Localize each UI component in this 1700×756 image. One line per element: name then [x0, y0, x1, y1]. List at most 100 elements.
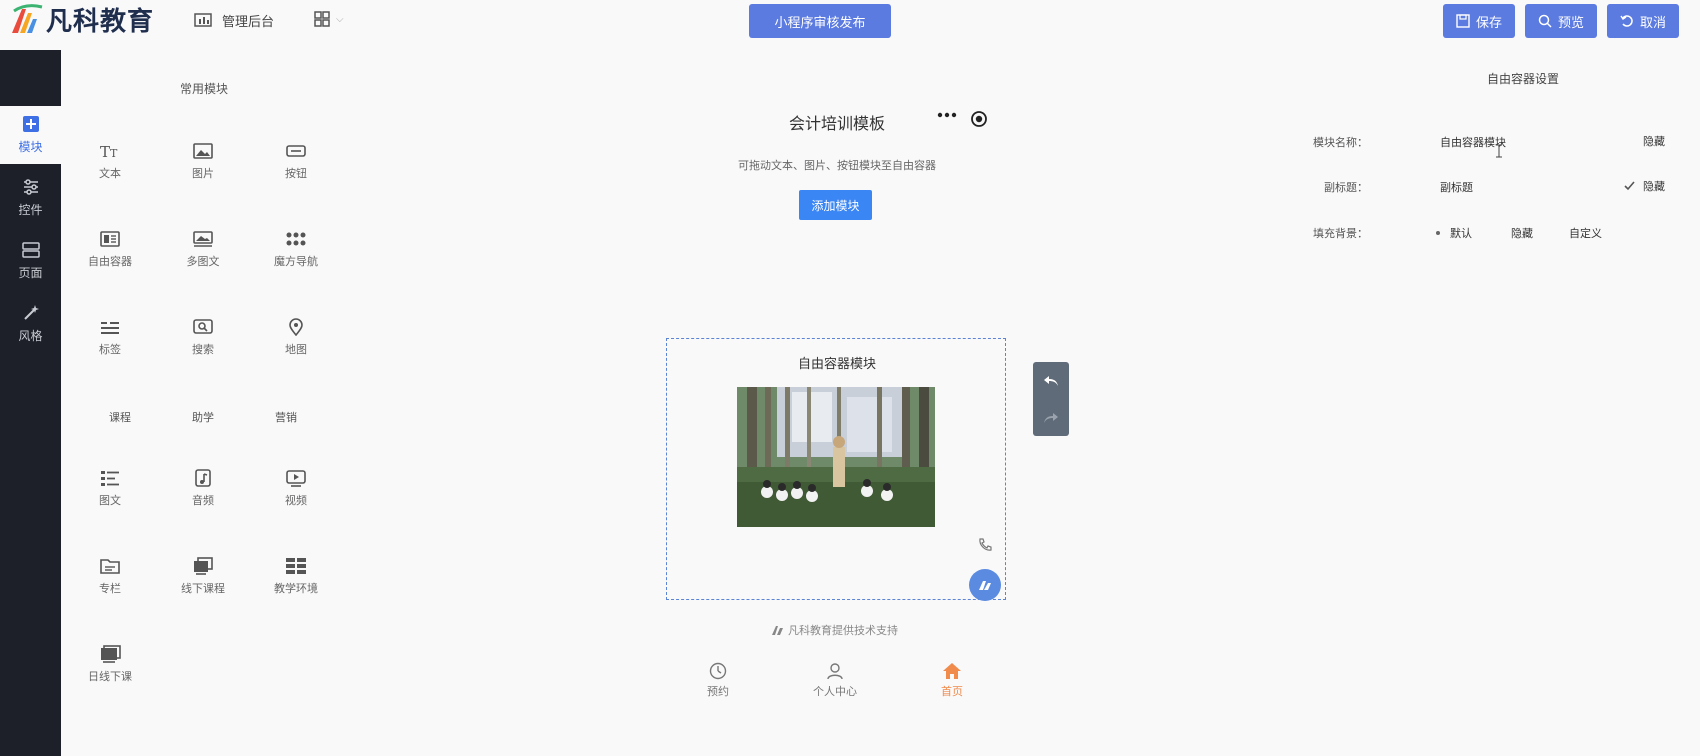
module-label: 图片 — [192, 167, 214, 180]
admin-link[interactable]: 管理后台 — [194, 11, 274, 30]
module-video[interactable]: 视频 — [256, 469, 336, 508]
category-study-aid[interactable]: 助学 — [163, 409, 243, 425]
module-tag[interactable]: 标签 — [70, 318, 150, 357]
undo-arrow-icon — [1620, 15, 1633, 27]
redo-button[interactable] — [1033, 399, 1069, 436]
modules-section-title: 常用模块 — [180, 82, 229, 96]
svg-text:T: T — [110, 147, 118, 160]
module-free-container[interactable]: 自由容器 — [70, 230, 150, 269]
module-button[interactable]: 按钮 — [256, 142, 336, 181]
apps-grid-icon — [314, 11, 330, 27]
more-dots-icon[interactable] — [937, 111, 957, 119]
image-icon — [193, 143, 213, 159]
chevron-down-icon: ⌵ — [336, 13, 344, 25]
drag-hint: 可拖动文本、图片、按钮模块至自由容器 — [738, 159, 936, 172]
fill-option-custom[interactable]: 自定义 — [1569, 225, 1602, 241]
sidebar-item-label: 风格 — [18, 329, 43, 343]
module-label: 专栏 — [99, 582, 121, 595]
subtitle-input[interactable]: 副标题 — [1440, 179, 1473, 195]
sidebar-item-controls[interactable]: 控件 — [0, 170, 61, 226]
fill-background-label: 填充背景： — [1313, 227, 1368, 240]
map-pin-icon — [289, 318, 303, 336]
cancel-button[interactable]: 取消 — [1607, 4, 1679, 38]
music-icon — [195, 469, 211, 487]
module-label: 按钮 — [285, 167, 307, 180]
module-offline-course[interactable]: 线下课程 — [163, 557, 243, 596]
top-bar: 凡科教育 管理后台 ⌵ 小程序审核发布 保存 预览 取消 — [0, 0, 1700, 42]
save-button[interactable]: 保存 — [1443, 4, 1515, 38]
plus-square-icon — [22, 116, 39, 132]
preview-button[interactable]: 预览 — [1525, 4, 1597, 38]
sidebar-item-style[interactable]: 风格 — [0, 296, 61, 352]
video-icon — [286, 470, 306, 487]
module-label: 线下课程 — [181, 582, 225, 595]
radio-selected-dot — [1436, 231, 1440, 235]
undo-button[interactable] — [1033, 362, 1069, 399]
text-icon: T T — [100, 143, 118, 160]
logo[interactable]: 凡科教育 — [8, 2, 154, 37]
brand-hand-icon — [772, 626, 783, 635]
module-search[interactable]: 搜索 — [163, 318, 243, 357]
category-label: 课程 — [109, 411, 131, 424]
category-label: 助学 — [192, 411, 214, 424]
fill-option-hide[interactable]: 隐藏 — [1511, 225, 1533, 241]
floating-action-button[interactable] — [969, 569, 1001, 601]
module-teaching-environment[interactable]: 教学环境 — [256, 557, 336, 596]
tab-home[interactable]: 首页 — [917, 662, 987, 699]
module-cube-nav[interactable]: 魔方导航 — [256, 230, 336, 269]
list-icon — [101, 471, 119, 486]
module-map[interactable]: 地图 — [256, 318, 336, 357]
save-icon — [1456, 14, 1470, 28]
page-title: 会计培训模板 — [789, 114, 886, 133]
sidebar-item-pages[interactable]: 页面 — [0, 233, 61, 289]
admin-label: 管理后台 — [222, 15, 275, 30]
home-icon — [943, 663, 961, 679]
check-icon — [1624, 181, 1635, 191]
target-icon[interactable] — [970, 110, 988, 128]
category-course[interactable]: 课程 — [80, 409, 160, 425]
module-label: 标签 — [99, 343, 121, 356]
category-marketing[interactable]: 营销 — [246, 409, 326, 425]
forest-photo — [737, 387, 935, 527]
add-module-button[interactable]: 添加模块 — [799, 190, 872, 220]
tab-label: 个人中心 — [813, 685, 857, 698]
module-label: 多图文 — [186, 255, 220, 268]
grid-icon — [286, 558, 306, 574]
fill-option-default[interactable]: 默认 — [1436, 225, 1472, 241]
folder-icon — [100, 559, 120, 574]
text-cursor-icon — [1496, 144, 1502, 158]
module-text[interactable]: T T 文本 — [70, 142, 150, 181]
svg-text:T: T — [100, 143, 110, 160]
calendar-class-icon — [101, 645, 121, 663]
magic-wand-icon — [23, 305, 39, 320]
undo-redo-toolbar — [1033, 362, 1069, 436]
tab-booking[interactable]: 预约 — [683, 662, 753, 699]
phone-icon[interactable] — [977, 537, 993, 553]
pages-icon — [21, 242, 40, 258]
fill-option-label: 隐藏 — [1511, 227, 1533, 240]
search-icon — [193, 319, 213, 334]
tab-personal-center[interactable]: 个人中心 — [800, 662, 870, 699]
publish-button[interactable]: 小程序审核发布 — [749, 4, 891, 38]
sidebar-item-label: 页面 — [18, 266, 43, 280]
module-label: 自由容器 — [88, 255, 132, 268]
module-audio[interactable]: 音频 — [163, 469, 243, 508]
module-article[interactable]: 图文 — [70, 469, 150, 508]
module-daily-offline-class[interactable]: 日线下课 — [70, 645, 150, 684]
subtitle-label: 副标题： — [1324, 181, 1368, 194]
save-label: 保存 — [1475, 15, 1502, 31]
subtitle-hide-toggle[interactable]: 隐藏 — [1624, 178, 1665, 194]
offline-course-icon — [194, 557, 213, 575]
container-image[interactable] — [737, 387, 935, 527]
free-container-module[interactable]: 自由容器模块 — [666, 338, 1006, 601]
apps-menu[interactable]: ⌵ — [314, 11, 344, 27]
module-multi-image-text[interactable]: 多图文 — [163, 230, 243, 269]
fill-option-label: 默认 — [1450, 227, 1472, 240]
module-label: 音频 — [192, 494, 214, 507]
module-image[interactable]: 图片 — [163, 142, 243, 181]
sidebar-item-modules[interactable]: 模块 — [0, 106, 61, 164]
module-name-hide-toggle[interactable]: 隐藏 — [1643, 133, 1665, 149]
module-column[interactable]: 专栏 — [70, 557, 150, 596]
module-label: 视频 — [285, 494, 307, 507]
category-label: 营销 — [275, 411, 297, 424]
